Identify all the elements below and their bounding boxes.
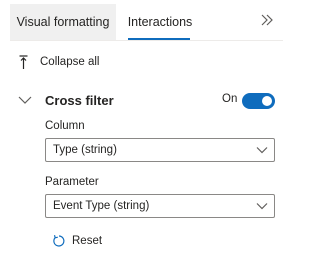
tab-bar: Visual formatting Interactions <box>0 0 283 42</box>
section-title: Cross filter <box>45 93 114 108</box>
tab-label: Interactions <box>127 15 193 29</box>
collapse-all-icon <box>18 54 34 70</box>
chevron-down-icon <box>256 203 268 210</box>
toggle-knob <box>262 96 272 106</box>
column-dropdown[interactable]: Type (string) <box>45 138 275 162</box>
collapse-all-button[interactable]: Collapse all <box>18 53 99 71</box>
tab-label: Visual formatting <box>16 15 110 29</box>
reset-icon <box>52 234 66 248</box>
parameter-label: Parameter <box>45 176 99 188</box>
expand-pane-button[interactable] <box>258 11 276 29</box>
chevron-down-icon <box>256 147 268 154</box>
parameter-value: Event Type (string) <box>53 200 150 212</box>
tab-interactions[interactable]: Interactions <box>118 4 202 40</box>
reset-button[interactable]: Reset <box>52 233 102 249</box>
toggle-label: On <box>222 93 238 105</box>
reset-label: Reset <box>72 235 103 247</box>
tab-visual-formatting[interactable]: Visual formatting <box>10 4 116 40</box>
cross-filter-toggle[interactable] <box>242 93 275 109</box>
interactions-pane: Visual formatting Interactions Collapse … <box>0 0 283 276</box>
column-label: Column <box>45 120 85 132</box>
chevron-down-icon[interactable] <box>18 94 32 106</box>
parameter-dropdown[interactable]: Event Type (string) <box>45 194 275 218</box>
collapse-all-label: Collapse all <box>40 56 100 68</box>
tab-divider <box>10 40 283 41</box>
double-chevron-right-icon <box>261 14 273 26</box>
column-value: Type (string) <box>53 144 117 156</box>
